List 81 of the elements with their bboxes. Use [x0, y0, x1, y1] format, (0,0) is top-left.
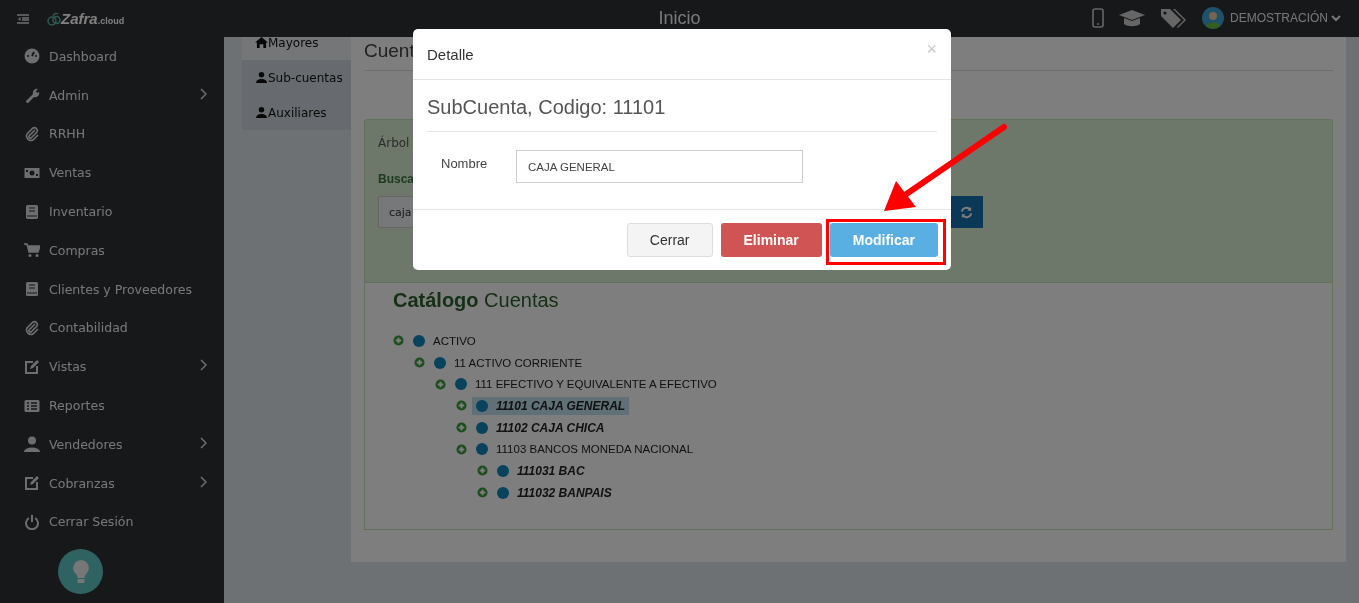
brand-logo[interactable]: Zafra.cloud: [61, 10, 125, 27]
tags-icon[interactable]: [1160, 7, 1188, 29]
paperclip-icon: [24, 126, 40, 142]
delete-button[interactable]: Eliminar: [720, 223, 822, 257]
tree-node[interactable]: 111032 BANPAIS: [493, 483, 616, 502]
node-dot-icon: [413, 334, 425, 347]
name-field[interactable]: CAJA GENERAL: [516, 150, 803, 183]
sidebar-item[interactable]: Reportes: [0, 386, 224, 425]
paperclip-icon: [24, 319, 40, 336]
user-icon: [255, 72, 268, 83]
edit-icon: [24, 358, 40, 375]
field-label: Nombre: [441, 156, 489, 171]
logo-icon: [47, 11, 61, 26]
expand-icon[interactable]: [477, 487, 488, 499]
user-menu[interactable]: DEMOSTRACIÓN: [1230, 11, 1341, 25]
node-dot-icon: [476, 421, 488, 434]
chevron-down-icon: [1331, 14, 1341, 22]
expand-icon[interactable]: [393, 335, 404, 347]
lightbulb-icon: [70, 558, 91, 585]
search-label: Busca: [378, 172, 415, 186]
sidebar-item[interactable]: RRHH: [0, 114, 224, 154]
sidebar-item[interactable]: Admin: [0, 75, 224, 115]
power-icon: [24, 513, 40, 530]
node-dot-icon: [476, 443, 488, 456]
sidebar-item[interactable]: Inventario: [0, 192, 224, 231]
menu-icon[interactable]: [17, 13, 29, 24]
gauge-icon: [24, 48, 40, 65]
subnav-tab[interactable]: Mayores: [242, 37, 351, 60]
sidebar-item[interactable]: Clientes y Proveedores: [0, 269, 224, 309]
user-avatar[interactable]: [1202, 7, 1224, 29]
tree-node[interactable]: 11 ACTIVO CORRIENTE: [430, 354, 587, 371]
panel-label: Árbol: [378, 136, 410, 150]
expand-icon[interactable]: [477, 465, 488, 477]
book-icon: [24, 203, 40, 220]
expand-icon[interactable]: [456, 422, 467, 434]
tree-node[interactable]: 111 EFECTIVO Y EQUIVALENTE A EFECTIVO: [451, 376, 721, 393]
tips-button[interactable]: [58, 549, 103, 595]
chevron-right-icon: [199, 475, 207, 488]
tree-node[interactable]: 111031 BAC: [493, 461, 589, 480]
node-dot-icon: [455, 378, 467, 391]
tree-node[interactable]: 11101 CAJA GENERAL: [472, 396, 630, 415]
user-icon: [255, 107, 268, 118]
list-icon: [24, 397, 40, 414]
page-title: Inicio: [658, 8, 701, 29]
close-dialog-button[interactable]: Cerrar: [626, 223, 713, 257]
cart-icon: [24, 242, 40, 259]
tree-node[interactable]: 11102 CAJA CHICA: [472, 418, 609, 437]
refresh-icon: [960, 205, 973, 219]
sidebar-item[interactable]: Cobranzas: [0, 463, 224, 503]
tree-node[interactable]: ACTIVO: [409, 332, 480, 349]
sidebar-item[interactable]: Contabilidad: [0, 308, 224, 348]
book-icon: [24, 281, 40, 298]
sidebar-item[interactable]: Vendedores: [0, 424, 224, 464]
catalog-title: Catálogo Cuentas: [393, 289, 560, 312]
tree-node[interactable]: 11103 BANCOS MONEDA NACIONAL: [472, 441, 698, 458]
dialog-title: Detalle: [427, 45, 474, 63]
user-icon: [24, 436, 40, 453]
graduation-cap-icon[interactable]: [1118, 9, 1146, 27]
expand-icon[interactable]: [456, 400, 467, 412]
expand-icon[interactable]: [414, 357, 425, 369]
sidebar-item[interactable]: Ventas: [0, 153, 224, 193]
chevron-right-icon: [199, 436, 207, 449]
sidebar-item[interactable]: Compras: [0, 231, 224, 270]
edit-icon: [24, 475, 40, 492]
sidebar-item[interactable]: Vistas: [0, 347, 224, 387]
node-dot-icon: [434, 356, 446, 369]
phone-icon[interactable]: [1092, 8, 1104, 28]
chevron-right-icon: [199, 87, 207, 100]
expand-icon[interactable]: [456, 443, 467, 455]
wrench-icon: [24, 87, 40, 104]
node-dot-icon: [497, 464, 509, 477]
dialog-heading: SubCuenta, Codigo: 11101: [427, 96, 937, 132]
sidebar-item[interactable]: Dashboard: [0, 37, 224, 76]
node-dot-icon: [476, 399, 488, 412]
modify-button[interactable]: Modificar: [829, 223, 938, 257]
refresh-button[interactable]: [949, 196, 983, 228]
chevron-right-icon: [199, 359, 207, 372]
home-icon: [255, 37, 268, 48]
node-dot-icon: [497, 486, 509, 499]
sidebar-item[interactable]: Cerrar Sesión: [0, 502, 224, 542]
expand-icon[interactable]: [435, 378, 446, 390]
